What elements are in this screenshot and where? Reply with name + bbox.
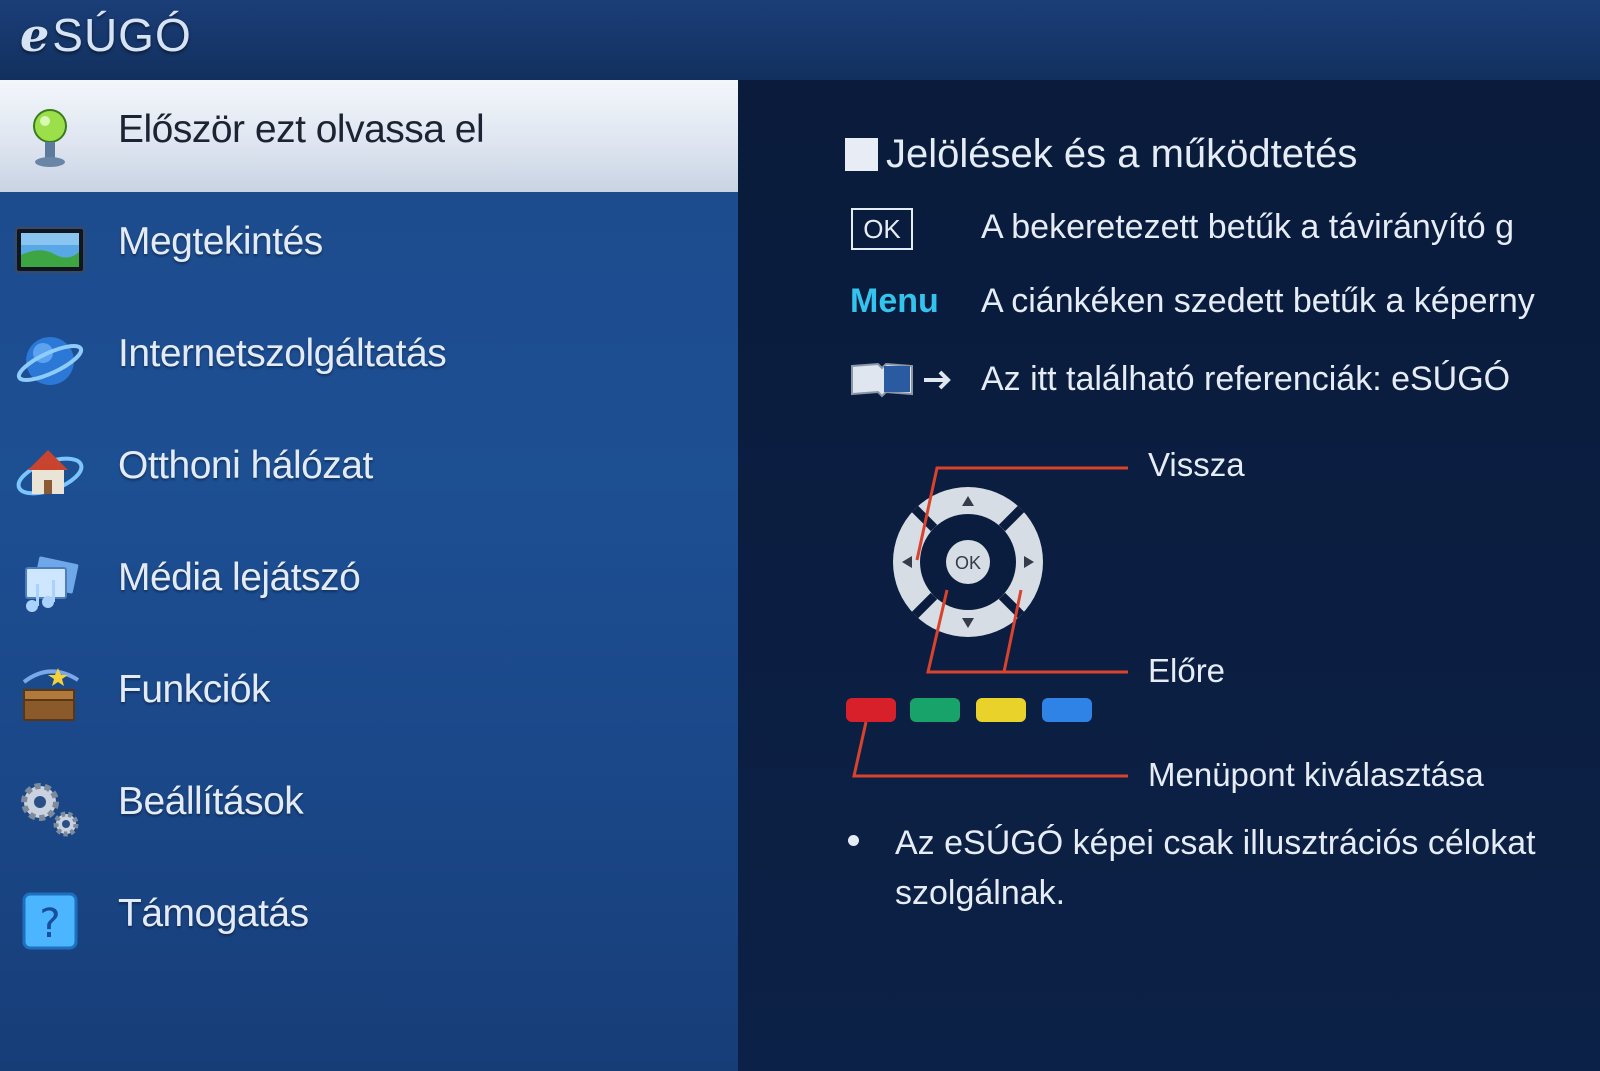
person-info-icon — [33, 109, 67, 167]
sidebar-item-media-player[interactable]: Média lejátszó — [0, 528, 738, 640]
yellow-button — [976, 698, 1026, 722]
blue-button — [1042, 698, 1092, 722]
sidebar-item-viewing[interactable]: Megtekintés — [0, 192, 738, 304]
callout-back: Vissza — [1148, 446, 1245, 483]
legend-menu-text: A ciánkéken szedett betűk a képerny — [981, 282, 1535, 320]
sidebar-item-label: Először ezt olvassa el — [118, 108, 485, 151]
sidebar-item-label: Megtekintés — [118, 220, 323, 263]
legend-ref-text: Az itt található referenciák: eSÚGÓ — [981, 360, 1511, 398]
sidebar-item-functions[interactable]: Funkciók — [0, 640, 738, 752]
toolbox-icon — [22, 668, 80, 721]
sidebar-item-label: Média lejátszó — [118, 556, 361, 599]
tv-screen-icon — [15, 227, 85, 273]
esugo-logo: eSÚGÓ — [20, 8, 192, 62]
sidebar-item-home-network[interactable]: Otthoni hálózat — [0, 416, 738, 528]
sidebar-item-support[interactable]: ? Támogatás — [0, 864, 738, 976]
sidebar-item-label: Beállítások — [118, 780, 304, 823]
red-button — [846, 698, 896, 722]
home-network-icon — [16, 450, 84, 496]
note-bullet — [848, 835, 859, 846]
logo-e: e — [20, 8, 51, 62]
content-panel: Jelölések és a működtetés OK A bekeretez… — [738, 80, 1600, 1071]
sidebar-item-label: Otthoni hálózat — [118, 444, 373, 487]
sidebar-item-label: Internetszolgáltatás — [118, 332, 447, 375]
sidebar-item-read-first[interactable]: Először ezt olvassa el — [0, 80, 738, 192]
note-text: Az eSÚGÓ képei csak illusztrációs céloka… — [895, 824, 1536, 912]
ok-symbol-box: OK — [851, 208, 913, 250]
section-title: Jelölések és a működtetés — [886, 132, 1358, 176]
app-header: eSÚGÓ — [0, 0, 1600, 80]
book-arrow-icon — [851, 362, 951, 398]
green-button — [910, 698, 960, 722]
sidebar-item-settings[interactable]: Beállítások — [0, 752, 738, 864]
callout-forward: Előre — [1148, 652, 1226, 689]
sidebar-item-label: Támogatás — [118, 892, 309, 935]
ok-button-label: OK — [955, 553, 981, 573]
menu-symbol: Menu — [850, 282, 939, 320]
sidebar-item-label: Funkciók — [118, 668, 271, 711]
esugo-screen: eSÚGÓ Először ezt olvassa el Megtekintés — [0, 0, 1600, 1071]
logo-text: SÚGÓ — [52, 9, 192, 61]
help-icon: ? — [22, 892, 78, 950]
legend-ok-text: A bekeretezett betűk a távirányító g — [981, 208, 1514, 246]
sidebar-item-internet[interactable]: Internetszolgáltatás — [0, 304, 738, 416]
sidebar-menu: Először ezt olvassa el Megtekintés Inter… — [0, 80, 738, 1071]
gears-icon — [21, 783, 79, 837]
svg-text:?: ? — [39, 901, 60, 947]
title-bullet-square — [845, 138, 878, 171]
media-player-icon — [25, 556, 79, 612]
callout-select: Menüpont kiválasztása — [1148, 756, 1484, 793]
globe-icon — [16, 337, 84, 385]
